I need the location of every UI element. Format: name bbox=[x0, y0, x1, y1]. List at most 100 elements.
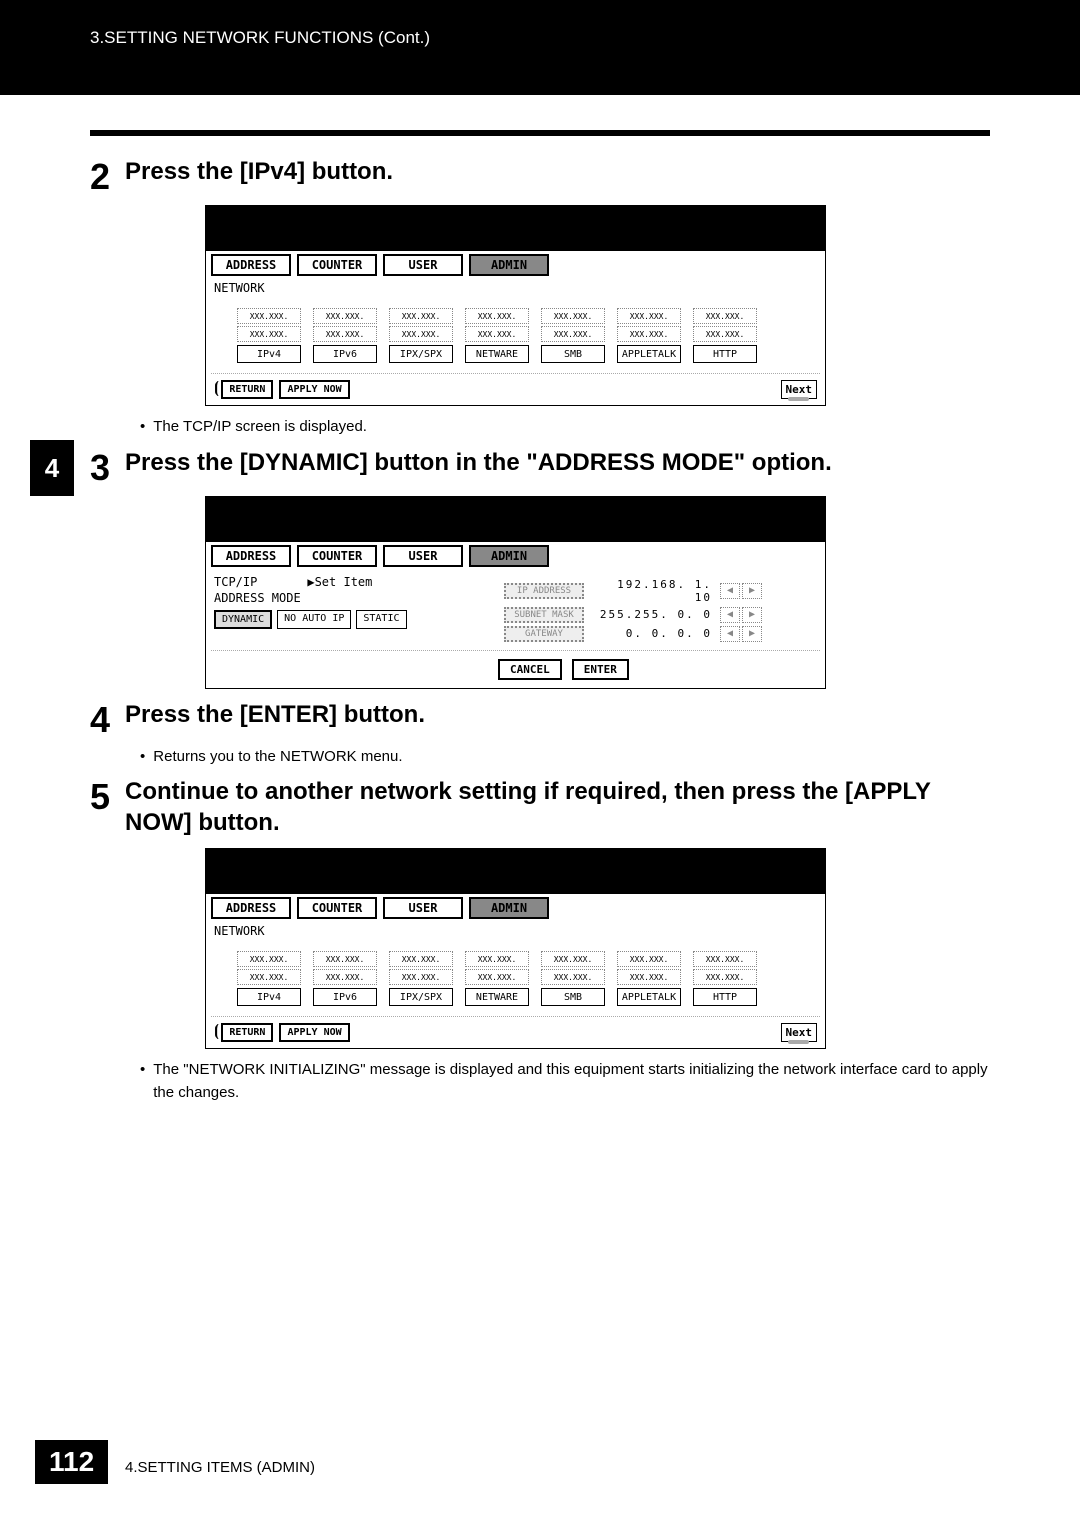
enter-button[interactable]: ENTER bbox=[572, 659, 629, 680]
bullet-text: The "NETWORK INITIALIZING" message is di… bbox=[153, 1059, 990, 1104]
appletalk-button[interactable]: APPLETALK bbox=[617, 345, 681, 363]
screen-title: NETWORK bbox=[206, 922, 825, 940]
smb-button[interactable]: SMB bbox=[541, 345, 605, 363]
tab-counter[interactable]: COUNTER bbox=[297, 545, 377, 567]
mini-btn: XXX.XXX. bbox=[693, 326, 757, 342]
mini-btn: XXX.XXX. bbox=[237, 308, 301, 324]
left-arrow-icon[interactable]: ◀ bbox=[720, 583, 740, 599]
mode-buttons: DYNAMIC NO AUTO IP STATIC bbox=[214, 610, 494, 629]
bullet-step2: • The TCP/IP screen is displayed. bbox=[0, 416, 1080, 439]
bottom-bar: ⦗ RETURN APPLY NOW Next bbox=[206, 374, 825, 405]
ipv4-button[interactable]: IPv4 bbox=[237, 345, 301, 363]
bullet-dot-icon: • bbox=[140, 416, 145, 439]
tab-admin[interactable]: ADMIN bbox=[469, 545, 549, 567]
step-3: 3 Press the [DYNAMIC] button in the "ADD… bbox=[0, 447, 1080, 486]
step-2: 2 Press the [IPv4] button. bbox=[0, 156, 1080, 195]
network-buttons: XXX.XXX. XXX.XXX. IPv4 XXX.XXX. XXX.XXX.… bbox=[206, 940, 825, 1016]
cancel-button[interactable]: CANCEL bbox=[498, 659, 562, 680]
tab-address[interactable]: ADDRESS bbox=[211, 897, 291, 919]
smb-button[interactable]: SMB bbox=[541, 988, 605, 1006]
ipxspx-button[interactable]: IPX/SPX bbox=[389, 345, 453, 363]
ip-address-button[interactable]: IP ADDRESS bbox=[504, 583, 584, 599]
http-button[interactable]: HTTP bbox=[693, 988, 757, 1006]
set-item-label: ▶Set Item bbox=[307, 575, 372, 589]
mini-btn: XXX.XXX. bbox=[693, 308, 757, 324]
tabs-row: ADDRESS COUNTER USER ADMIN bbox=[206, 251, 825, 279]
tcpip-title-row: TCP/IP ▶Set Item bbox=[214, 575, 494, 589]
sidebar-tab: 4 bbox=[30, 440, 74, 496]
right-arrow-icon[interactable]: ▶ bbox=[742, 607, 762, 623]
bullet-text: The TCP/IP screen is displayed. bbox=[153, 416, 367, 439]
http-button[interactable]: HTTP bbox=[693, 345, 757, 363]
next-button[interactable]: Next bbox=[781, 380, 818, 399]
ipv6-button[interactable]: IPv6 bbox=[313, 345, 377, 363]
mini-btn: XXX.XXX. bbox=[313, 326, 377, 342]
mini-btn: XXX.XXX. bbox=[617, 326, 681, 342]
net-group-netware: XXX.XXX. XXX.XXX. NETWARE bbox=[464, 307, 530, 363]
apply-now-button[interactable]: APPLY NOW bbox=[279, 1023, 349, 1042]
step-title: Press the [DYNAMIC] button in the "ADDRE… bbox=[125, 447, 990, 478]
dynamic-button[interactable]: DYNAMIC bbox=[214, 610, 272, 629]
tabs-row: ADDRESS COUNTER USER ADMIN bbox=[206, 542, 825, 570]
step-title: Continue to another network setting if r… bbox=[125, 776, 990, 838]
ip-address-row: IP ADDRESS 192.168. 1. 10 ◀ ▶ bbox=[504, 578, 817, 604]
net-group-ipx: XXX.XXX. XXX.XXX. IPX/SPX bbox=[388, 307, 454, 363]
screen-header-black bbox=[206, 849, 825, 894]
netware-button[interactable]: NETWARE bbox=[465, 345, 529, 363]
page-header: 3.SETTING NETWORK FUNCTIONS (Cont.) bbox=[0, 0, 1080, 95]
net-group-smb: XXX.XXX. XXX.XXX. SMB bbox=[540, 307, 606, 363]
tab-user[interactable]: USER bbox=[383, 254, 463, 276]
mini-btn: XXX.XXX. bbox=[389, 969, 453, 985]
appletalk-button[interactable]: APPLETALK bbox=[617, 988, 681, 1006]
mini-btn: XXX.XXX. bbox=[313, 969, 377, 985]
tabs-row: ADDRESS COUNTER USER ADMIN bbox=[206, 894, 825, 922]
return-button[interactable]: RETURN bbox=[221, 1023, 273, 1042]
apply-now-button[interactable]: APPLY NOW bbox=[279, 380, 349, 399]
bullet-dot-icon: • bbox=[140, 746, 145, 769]
net-group-appletalk: XXX.XXX. XXX.XXX. APPLETALK bbox=[616, 950, 682, 1006]
netware-button[interactable]: NETWARE bbox=[465, 988, 529, 1006]
subnet-row: SUBNET MASK 255.255. 0. 0 ◀ ▶ bbox=[504, 607, 817, 623]
mini-btn: XXX.XXX. bbox=[465, 308, 529, 324]
static-button[interactable]: STATIC bbox=[356, 610, 406, 629]
bullet-step5: • The "NETWORK INITIALIZING" message is … bbox=[0, 1059, 1080, 1104]
tab-address[interactable]: ADDRESS bbox=[211, 254, 291, 276]
step-title: Press the [IPv4] button. bbox=[125, 156, 990, 187]
tab-user[interactable]: USER bbox=[383, 897, 463, 919]
ipxspx-button[interactable]: IPX/SPX bbox=[389, 988, 453, 1006]
gateway-button[interactable]: GATEWAY bbox=[504, 626, 584, 642]
net-group-smb: XXX.XXX. XXX.XXX. SMB bbox=[540, 950, 606, 1006]
no-auto-ip-button[interactable]: NO AUTO IP bbox=[277, 610, 351, 629]
screen-header-black bbox=[206, 497, 825, 542]
subnet-button[interactable]: SUBNET MASK bbox=[504, 607, 584, 623]
divider-thick bbox=[90, 130, 990, 136]
left-arrow-icon[interactable]: ◀ bbox=[720, 626, 740, 642]
ip-address-value: 192.168. 1. 10 bbox=[592, 578, 712, 604]
tab-admin[interactable]: ADMIN bbox=[469, 897, 549, 919]
right-arrow-icon[interactable]: ▶ bbox=[742, 626, 762, 642]
return-arrow-icon: ⦗ bbox=[214, 380, 219, 399]
bottom-left: ⦗ RETURN APPLY NOW bbox=[214, 1023, 350, 1042]
mini-btn: XXX.XXX. bbox=[237, 969, 301, 985]
ipv6-button[interactable]: IPv6 bbox=[313, 988, 377, 1006]
return-button[interactable]: RETURN bbox=[221, 380, 273, 399]
mini-btn: XXX.XXX. bbox=[389, 326, 453, 342]
tab-address[interactable]: ADDRESS bbox=[211, 545, 291, 567]
tab-counter[interactable]: COUNTER bbox=[297, 897, 377, 919]
step-number: 3 bbox=[90, 450, 125, 486]
mini-btn: XXX.XXX. bbox=[617, 951, 681, 967]
tab-counter[interactable]: COUNTER bbox=[297, 254, 377, 276]
ipv4-button[interactable]: IPv4 bbox=[237, 988, 301, 1006]
tab-admin[interactable]: ADMIN bbox=[469, 254, 549, 276]
tab-user[interactable]: USER bbox=[383, 545, 463, 567]
net-group-ipv6: XXX.XXX. XXX.XXX. IPv6 bbox=[312, 950, 378, 1006]
return-arrow-icon: ⦗ bbox=[214, 1023, 219, 1042]
right-arrow-icon[interactable]: ▶ bbox=[742, 583, 762, 599]
mini-btn: XXX.XXX. bbox=[389, 308, 453, 324]
network-buttons: XXX.XXX. XXX.XXX. IPv4 XXX.XXX. XXX.XXX.… bbox=[206, 297, 825, 373]
net-group-appletalk: XXX.XXX. XXX.XXX. APPLETALK bbox=[616, 307, 682, 363]
net-group-http: XXX.XXX. XXX.XXX. HTTP bbox=[692, 950, 758, 1006]
next-button[interactable]: Next bbox=[781, 1023, 818, 1042]
step-title: Press the [ENTER] button. bbox=[125, 699, 990, 730]
left-arrow-icon[interactable]: ◀ bbox=[720, 607, 740, 623]
